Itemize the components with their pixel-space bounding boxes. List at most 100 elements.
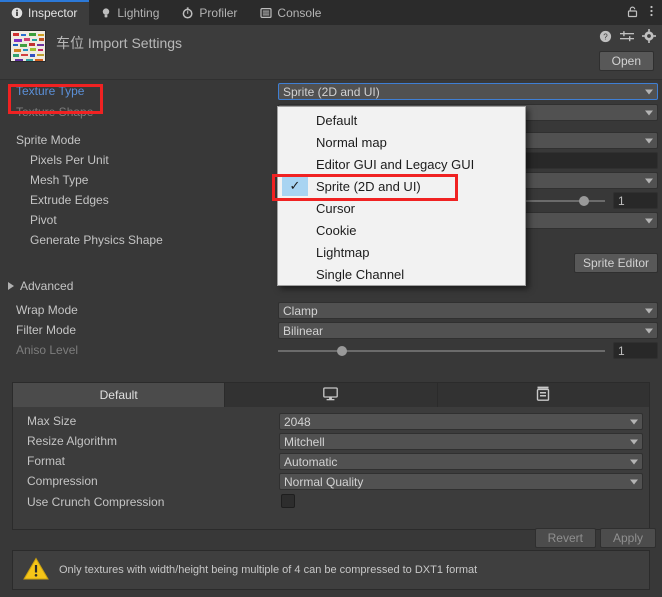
row-texture-type: Texture Type Sprite (2D and UI) [0, 80, 662, 102]
tab-console[interactable]: Console [249, 0, 333, 25]
chevron-down-icon [645, 308, 653, 313]
chevron-down-icon [645, 218, 653, 223]
wrap-mode-value: Clamp [283, 303, 318, 318]
use-crunch-compression-checkbox[interactable] [281, 494, 295, 508]
format-value: Automatic [284, 454, 338, 469]
advanced-label: Advanced [20, 279, 74, 293]
chevron-right-icon [8, 282, 14, 290]
texture-type-dropdown-menu[interactable]: Default Normal map Editor GUI and Legacy… [277, 106, 526, 286]
slider-handle[interactable] [578, 195, 589, 206]
row-format: Format Automatic [13, 451, 649, 471]
extrude-edges-value[interactable]: 1 [613, 192, 658, 209]
kebab-menu-icon[interactable] [649, 4, 654, 21]
dropdown-item-editor-gui[interactable]: Editor GUI and Legacy GUI [278, 153, 525, 175]
chevron-down-icon [645, 138, 653, 143]
row-use-crunch-compression: Use Crunch Compression [13, 491, 649, 513]
chevron-down-icon [630, 439, 638, 444]
dropdown-item-label: Single Channel [316, 266, 405, 282]
platform-tab-default-label: Default [99, 388, 138, 402]
resize-algorithm-value: Mitchell [284, 434, 325, 449]
chevron-down-icon [645, 328, 653, 333]
slider-track[interactable] [278, 345, 605, 356]
label-sprite-mode: Sprite Mode [16, 133, 81, 147]
platform-tab-bar: Default [13, 383, 649, 407]
row-wrap-mode: Wrap Mode Clamp [0, 300, 662, 320]
stopwatch-icon [181, 6, 194, 19]
resize-algorithm-dropdown[interactable]: Mitchell [279, 433, 643, 450]
open-button[interactable]: Open [598, 51, 654, 71]
sprite-editor-button[interactable]: Sprite Editor [573, 253, 658, 273]
row-compression: Compression Normal Quality [13, 471, 649, 491]
window-tab-bar: Inspector Lighting Profiler Console [0, 0, 662, 25]
asset-thumbnail [10, 30, 46, 62]
platform-tab-webgl[interactable] [437, 383, 649, 407]
label-texture-shape: Texture Shape [16, 105, 94, 119]
apply-button[interactable]: Apply [599, 528, 656, 548]
compression-value: Normal Quality [284, 474, 364, 489]
tab-lighting[interactable]: Lighting [89, 0, 171, 25]
window-tab-actions [626, 0, 662, 25]
tab-profiler-label: Profiler [199, 5, 238, 20]
label-aniso-level: Aniso Level [16, 343, 79, 357]
gear-icon[interactable] [642, 29, 656, 46]
warning-banner: Only textures with width/height being mu… [12, 550, 650, 590]
tab-inspector[interactable]: Inspector [0, 0, 90, 25]
dropdown-item-label: Editor GUI and Legacy GUI [316, 156, 475, 172]
dropdown-item-sprite-2d-ui[interactable]: ✓ Sprite (2D and UI) [278, 175, 525, 197]
platform-tab-default[interactable]: Default [13, 383, 226, 407]
texture-type-dropdown[interactable]: Sprite (2D and UI) [278, 83, 658, 100]
label-mesh-type: Mesh Type [30, 173, 89, 187]
info-icon [10, 6, 23, 19]
dropdown-item-normal-map[interactable]: Normal map [278, 131, 525, 153]
label-extrude-edges: Extrude Edges [30, 193, 109, 207]
max-size-dropdown[interactable]: 2048 [279, 413, 643, 430]
label-generate-physics-shape: Generate Physics Shape [30, 233, 163, 247]
label-pivot: Pivot [30, 213, 57, 227]
chevron-down-icon [645, 110, 653, 115]
asset-header: 车位 Import Settings ? Open [0, 25, 662, 80]
inspector-window: Inspector Lighting Profiler Console 车位 I… [0, 0, 662, 597]
aniso-level-value[interactable]: 1 [613, 342, 658, 359]
compression-dropdown[interactable]: Normal Quality [279, 473, 643, 490]
console-icon [259, 6, 272, 19]
label-texture-type: Texture Type [16, 84, 85, 98]
check-icon: ✓ [282, 176, 308, 196]
texture-type-value: Sprite (2D and UI) [283, 84, 380, 99]
label-compression: Compression [27, 474, 98, 488]
filter-mode-dropdown[interactable]: Bilinear [278, 322, 658, 339]
row-filter-mode: Filter Mode Bilinear [0, 320, 662, 340]
header-icons: ? [599, 29, 656, 46]
dropdown-item-default[interactable]: Default [278, 109, 525, 131]
tab-profiler[interactable]: Profiler [171, 0, 249, 25]
label-resize-algorithm: Resize Algorithm [27, 434, 118, 448]
warning-triangle-icon [23, 557, 49, 584]
lock-icon[interactable] [626, 5, 639, 21]
format-dropdown[interactable]: Automatic [279, 453, 643, 470]
filter-mode-value: Bilinear [283, 323, 324, 338]
max-size-value: 2048 [284, 414, 311, 429]
footer-actions: Revert Apply [534, 528, 656, 548]
dropdown-item-label: Normal map [316, 134, 387, 150]
row-max-size: Max Size 2048 [13, 411, 649, 431]
tab-lighting-label: Lighting [117, 5, 160, 20]
chevron-down-icon [630, 479, 638, 484]
preset-icon[interactable] [620, 30, 634, 46]
row-aniso-level: Aniso Level 1 [0, 340, 662, 360]
dropdown-item-single-channel[interactable]: Single Channel [278, 263, 525, 285]
wrap-mode-dropdown[interactable]: Clamp [278, 302, 658, 319]
revert-button[interactable]: Revert [534, 528, 596, 548]
chevron-down-icon [630, 419, 638, 424]
aniso-level-slider[interactable]: 1 [278, 342, 658, 359]
slider-handle[interactable] [336, 345, 347, 356]
platform-settings-box: Default Max Size 2048 Resize Algorithm M… [12, 382, 650, 530]
chevron-down-icon [645, 89, 653, 94]
webgl-icon [536, 386, 550, 404]
help-icon[interactable]: ? [599, 30, 612, 46]
dropdown-item-label: Default [316, 112, 358, 128]
dropdown-item-cursor[interactable]: Cursor [278, 197, 525, 219]
warning-message: Only textures with width/height being mu… [59, 564, 478, 576]
label-pixels-per-unit: Pixels Per Unit [30, 153, 109, 167]
dropdown-item-lightmap[interactable]: Lightmap [278, 241, 525, 263]
dropdown-item-cookie[interactable]: Cookie [278, 219, 525, 241]
platform-tab-standalone[interactable] [225, 383, 438, 407]
